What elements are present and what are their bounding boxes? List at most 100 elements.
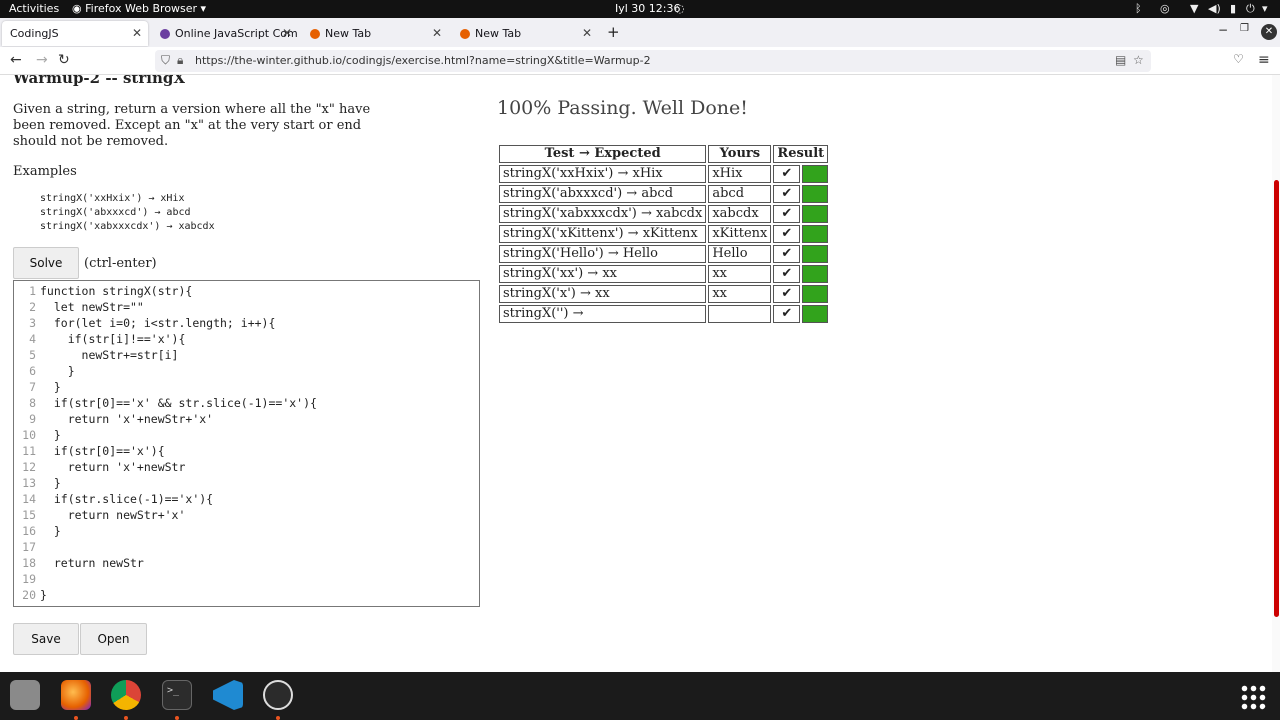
check-cell: ✔	[773, 245, 801, 263]
scrollbar-thumb[interactable]	[1274, 180, 1279, 617]
line-number: 16	[22, 524, 36, 538]
test-cell: stringX('Hello') → Hello	[499, 245, 707, 263]
code-text: if(str[0]=='x' && str.slice(-1)=='x'){	[40, 396, 317, 410]
result-row: stringX('xKittenx') → xKittenx xKittenx ✔	[499, 225, 829, 243]
activities-button[interactable]: Activities	[9, 2, 59, 15]
power-icon[interactable]: ⏻	[1246, 2, 1255, 16]
code-line[interactable]: 1 function stringX(str){	[14, 283, 192, 299]
code-line[interactable]: 16 }	[14, 523, 61, 539]
code-line[interactable]: 14 if(str.slice(-1)=='x'){	[14, 491, 213, 507]
yours-cell: xHix	[708, 165, 772, 183]
code-line[interactable]: 6 }	[14, 363, 75, 379]
code-line[interactable]: 2 let newStr=""	[14, 299, 144, 315]
terminal-icon[interactable]: >_	[162, 680, 192, 710]
close-tab-icon[interactable]: ✕	[282, 26, 292, 40]
code-text: }	[40, 524, 61, 538]
running-indicator	[74, 716, 78, 720]
save-button[interactable]: Save	[13, 623, 79, 655]
line-number: 7	[29, 380, 36, 394]
code-line[interactable]: 12 return 'x'+newStr	[14, 459, 185, 475]
test-cell: stringX('xxHxix') → xHix	[499, 165, 707, 183]
code-editor[interactable]: 1 function stringX(str){2 let newStr="" 3 …	[13, 280, 480, 607]
code-line[interactable]: 20}	[14, 587, 47, 603]
running-indicator	[175, 716, 179, 720]
app-menu[interactable]: ◉ Firefox Web Browser ▾	[72, 2, 206, 15]
code-line[interactable]: 7 }	[14, 379, 61, 395]
code-text: if(str[i]!=='x'){	[40, 332, 186, 346]
code-text: return 'x'+newStr	[40, 460, 186, 474]
compiler-favicon-icon	[160, 28, 170, 39]
code-line[interactable]: 9 return 'x'+newStr+'x'	[14, 411, 213, 427]
code-line[interactable]: 13 }	[14, 475, 61, 491]
pass-indicator	[802, 225, 829, 243]
code-line[interactable]: 18 return newStr	[14, 555, 144, 571]
pocket-icon[interactable]: ♡	[1233, 52, 1244, 66]
solve-button[interactable]: Solve	[13, 247, 79, 279]
vscode-icon[interactable]	[213, 680, 243, 710]
hamburger-menu-icon[interactable]: ≡	[1258, 52, 1270, 68]
yours-cell: Hello	[708, 245, 772, 263]
back-icon[interactable]: ←	[10, 52, 22, 68]
shield-icon[interactable]: ⛉	[161, 53, 170, 68]
code-line[interactable]: 17	[14, 539, 40, 555]
exercise-description: Given a string, return a version where a…	[13, 102, 371, 149]
code-line[interactable]: 11 if(str[0]=='x'){	[14, 443, 165, 459]
close-tab-icon[interactable]: ✕	[582, 26, 592, 40]
example-line: stringX('xxHxix') → xHix	[40, 193, 185, 204]
tab-strip: CodingJS ✕ Online JavaScript Compil ✕ Ne…	[0, 18, 1280, 47]
tab-label: New Tab	[475, 27, 522, 40]
code-line[interactable]: 3 for(let i=0; i<str.length; i++){	[14, 315, 275, 331]
close-tab-icon[interactable]: ✕	[132, 26, 142, 40]
line-number: 17	[22, 540, 36, 554]
app-grid-icon[interactable]	[1240, 684, 1266, 710]
code-text: if(str[0]=='x'){	[40, 444, 165, 458]
reload-icon[interactable]: ↻	[58, 52, 70, 68]
close-window-icon[interactable]: ✕	[1261, 24, 1277, 40]
firefox-icon[interactable]	[61, 680, 91, 710]
new-tab-plus-icon[interactable]: +	[607, 23, 620, 41]
code-line[interactable]: 15 return newStr+'x'	[14, 507, 185, 523]
close-tab-icon[interactable]: ✕	[432, 26, 442, 40]
tab-new-tab-2[interactable]: New Tab ✕	[452, 21, 598, 46]
line-number: 5	[29, 348, 36, 362]
minimize-window-icon[interactable]: −	[1218, 23, 1228, 37]
code-line[interactable]: 4 if(str[i]!=='x'){	[14, 331, 185, 347]
code-line[interactable]: 19	[14, 571, 40, 587]
chrome-tray-icon: ◎	[1160, 2, 1170, 15]
reader-view-icon[interactable]: ▤	[1115, 53, 1126, 67]
tab-label: Online JavaScript Compil	[175, 27, 298, 40]
open-button[interactable]: Open	[80, 623, 147, 655]
code-text: for(let i=0; i<str.length; i++){	[40, 316, 276, 330]
obs-icon[interactable]	[263, 680, 293, 710]
code-text: }	[40, 364, 75, 378]
tab-online-js-compiler[interactable]: Online JavaScript Compil ✕	[152, 21, 298, 46]
check-cell: ✔	[773, 185, 801, 203]
system-menu-arrow-icon[interactable]: ▾	[1262, 2, 1268, 15]
clock[interactable]: Iyl 30 12:36	[615, 2, 681, 15]
tab-new-tab-1[interactable]: New Tab ✕	[302, 21, 448, 46]
line-number: 18	[22, 556, 36, 570]
files-icon[interactable]	[10, 680, 40, 710]
lock-icon[interactable]: 🔒︎	[177, 53, 183, 68]
battery-icon: ▮	[1230, 2, 1237, 15]
chrome-icon[interactable]	[111, 680, 141, 710]
tab-codingjs[interactable]: CodingJS ✕	[2, 21, 148, 46]
exercise-title: Warmup-2 -- stringX	[13, 75, 185, 87]
forward-icon[interactable]: →	[36, 52, 48, 68]
running-indicator	[124, 716, 128, 720]
code-line[interactable]: 10 }	[14, 427, 61, 443]
code-line[interactable]: 8 if(str[0]=='x' && str.slice(-1)=='x'){	[14, 395, 317, 411]
pass-indicator	[802, 185, 829, 203]
url-bar[interactable]: ⛉ 🔒︎ https://the-winter.github.io/coding…	[155, 50, 1151, 72]
bookmark-star-icon[interactable]: ☆	[1133, 53, 1144, 67]
examples-heading: Examples	[13, 164, 77, 179]
restore-window-icon[interactable]: ❐	[1240, 23, 1249, 34]
pass-indicator	[802, 285, 829, 303]
bluetooth-icon: ᛒ	[1135, 2, 1142, 15]
line-number: 3	[29, 316, 36, 330]
code-line[interactable]: 5 newStr+=str[i]	[14, 347, 178, 363]
pass-indicator	[802, 265, 829, 283]
page-scrollbar[interactable]	[1272, 75, 1280, 672]
yours-cell: xabcdx	[708, 205, 772, 223]
yours-cell: abcd	[708, 185, 772, 203]
